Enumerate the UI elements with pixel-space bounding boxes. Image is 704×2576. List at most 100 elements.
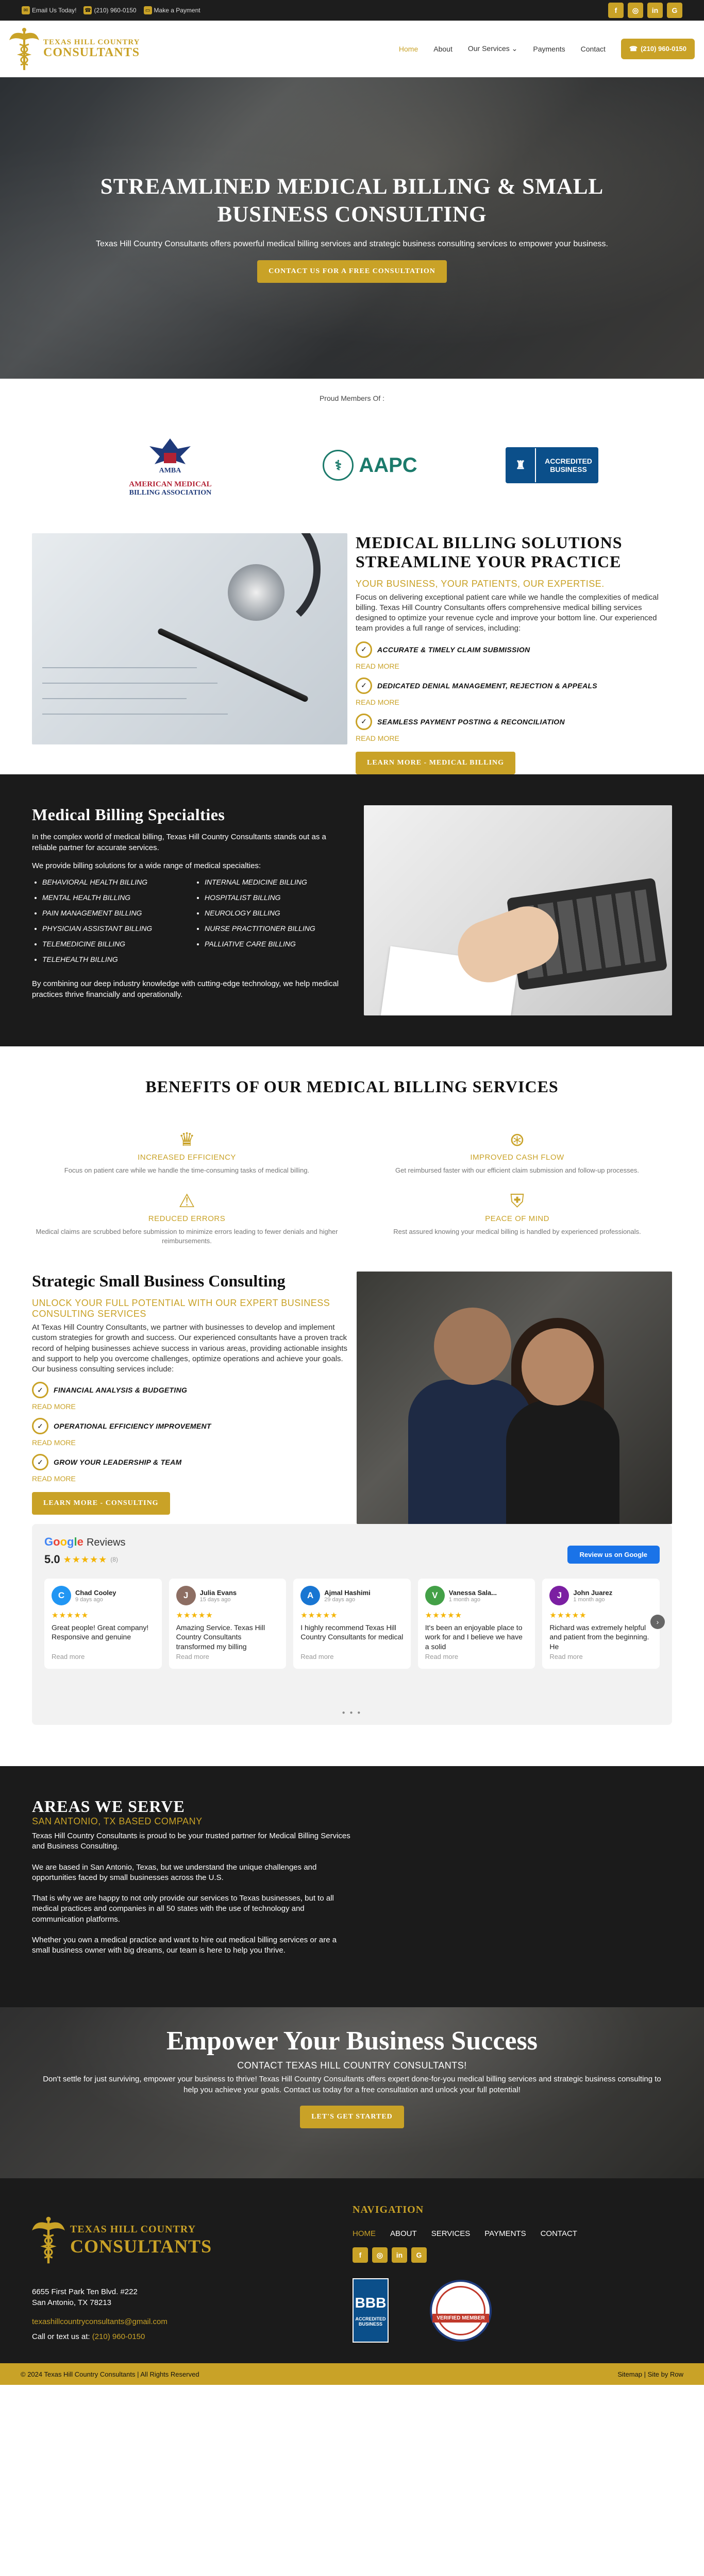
read-more-link[interactable]: READ MORE — [32, 1475, 348, 1483]
areas-section: AREAS WE SERVE SAN ANTONIO, TX BASED COM… — [0, 1766, 704, 2008]
footer-logo[interactable]: TEXAS HILL COUNTRY CONSULTANTS — [32, 2209, 351, 2271]
read-more-link[interactable]: READ MORE — [356, 734, 672, 742]
list-item: PAIN MANAGEMENT BILLING — [42, 909, 189, 917]
top-bar: ✉ Email Us Today! ☎ (210) 960-0150 ▭ Make a… — [0, 0, 704, 21]
nav-services[interactable]: Our Services ⌄ — [468, 44, 518, 53]
list-item: BEHAVIORAL HEALTH BILLING — [42, 878, 189, 886]
specialties-intro: In the complex world of medical billing,… — [32, 832, 326, 852]
facebook-icon[interactable]: f — [608, 3, 624, 18]
bbb-logo: ♜ ACCREDITED BUSINESS — [505, 447, 598, 483]
learn-more-consulting-button[interactable]: LEARN MORE - CONSULTING — [32, 1492, 170, 1515]
consulting-title: Strategic Small Business Consulting — [32, 1272, 286, 1291]
billing-feature: ✓ SEAMLESS PAYMENT POSTING & RECONCILIATI… — [356, 713, 672, 730]
warning-icon: ⚠ — [178, 1190, 195, 1211]
list-item: PALLIATIVE CARE BILLING — [205, 940, 351, 947]
review-card: J Julia Evans 15 days ago ★★★★★ Amazing Se… — [169, 1579, 287, 1669]
footer-badges: BBB ACCREDITED BUSINESS VERIFIED MEMBER — [353, 2278, 672, 2343]
nav-contact[interactable]: Contact — [581, 45, 606, 53]
email-link[interactable]: ✉ Email Us Today! — [22, 6, 76, 14]
benefits-section: BENEFITS OF OUR MEDICAL BILLING SERVICES… — [0, 1046, 704, 1272]
read-more-link[interactable]: READ MORE — [32, 1402, 348, 1411]
read-more-link[interactable]: Read more — [549, 1653, 652, 1660]
payment-link[interactable]: ▭ Make a Payment — [143, 6, 200, 14]
star-rating-icon: ★★★★★ — [425, 1611, 463, 1620]
linkedin-icon[interactable]: in — [392, 2247, 407, 2263]
google-icon[interactable]: G — [667, 3, 682, 18]
footer-nav-about[interactable]: ABOUT — [390, 2229, 417, 2238]
review-card: A Ajmal Hashimi 29 days ago ★★★★★ I highly… — [293, 1579, 411, 1669]
review-card: J John Juarez 1 month ago ★★★★★ Richard wa… — [542, 1579, 660, 1669]
chevron-down-icon: ⌄ — [511, 44, 518, 53]
svg-text:AMBA: AMBA — [159, 467, 182, 474]
nav-home[interactable]: Home — [399, 45, 418, 53]
bbb-badge: BBB ACCREDITED BUSINESS — [353, 2278, 389, 2343]
envelope-icon: ✉ — [22, 6, 30, 14]
specialties-title: Medical Billing Specialties — [32, 805, 225, 824]
sitemap-link[interactable]: Sitemap | Site by Row — [617, 2370, 683, 2378]
check-circle-icon: ✓ — [356, 677, 372, 694]
eagle-icon: AMBA — [149, 438, 191, 474]
billing-title: MEDICAL BILLING SOLUTIONS STREAMLINE YOU… — [356, 533, 623, 571]
check-circle-icon: ✓ — [32, 1454, 48, 1471]
nav-payments[interactable]: Payments — [533, 45, 565, 53]
phone-link[interactable]: ☎ (210) 960-0150 — [83, 6, 137, 14]
copyright-text: © 2024 Texas Hill Country Consultants | … — [21, 2370, 199, 2378]
read-more-link[interactable]: READ MORE — [356, 698, 672, 706]
star-rating-icon: ★★★★★ — [52, 1611, 89, 1620]
google-logo: Google Reviews — [44, 1535, 126, 1549]
bottom-bar: © 2024 Texas Hill Country Consultants | … — [0, 2363, 704, 2385]
main-nav: Home About Our Services ⌄ Payments Conta… — [399, 38, 695, 59]
specialties-list: BEHAVIORAL HEALTH BILLING MENTAL HEALTH … — [32, 878, 351, 971]
site-logo[interactable]: TEXAS HILL COUNTRY CONSULTANTS — [9, 27, 140, 71]
check-circle-icon: ✓ — [356, 641, 372, 658]
read-more-link[interactable]: READ MORE — [356, 662, 672, 670]
footer-nav: HOME ABOUT SERVICES PAYMENTS CONTACT — [353, 2229, 672, 2238]
read-more-link[interactable]: READ MORE — [32, 1438, 348, 1447]
verified-member-seal: VERIFIED MEMBER — [430, 2279, 492, 2342]
read-more-link[interactable]: Read more — [425, 1653, 528, 1660]
review-us-button[interactable]: Review us on Google — [567, 1546, 660, 1564]
instagram-icon[interactable]: ◎ — [372, 2247, 388, 2263]
call-button[interactable]: ☎ (210) 960-0150 — [621, 38, 695, 59]
areas-paragraph: Texas Hill Country Consultants is proud … — [32, 1832, 350, 1851]
carousel-dots[interactable]: ● ● ● — [44, 1710, 660, 1716]
cta-body: Don't settle for just surviving, empower… — [43, 2075, 661, 2094]
facebook-icon[interactable]: f — [353, 2247, 368, 2263]
check-circle-icon: ✓ — [32, 1418, 48, 1435]
chevron-right-icon[interactable]: › — [650, 1615, 665, 1630]
footer-nav-services[interactable]: SERVICES — [431, 2229, 471, 2238]
benefits-grid: ♛ INCREASED EFFICIENCY Focus on patient … — [32, 1129, 672, 1246]
avatar: C — [52, 1586, 71, 1606]
footer-nav-home[interactable]: HOME — [353, 2229, 376, 2238]
google-reviews-widget: Google Reviews 5.0 ★★★★★ (8) Review us o… — [32, 1524, 672, 1725]
footer-email-link[interactable]: texashillcountryconsultants@gmail.com — [32, 2317, 351, 2326]
footer-nav-contact[interactable]: CONTACT — [541, 2229, 577, 2238]
hero-consultation-button[interactable]: CONTACT US FOR A FREE CONSULTATION — [257, 260, 447, 283]
nav-about[interactable]: About — [433, 45, 452, 53]
amba-logo: AMBA AMERICAN MEDICAL BILLING ASSOCIATIO… — [106, 433, 234, 497]
linkedin-icon[interactable]: in — [647, 3, 663, 18]
aapc-logo: ⚕ AAPC — [323, 450, 417, 481]
get-started-button[interactable]: LET'S GET STARTED — [300, 2105, 404, 2128]
hero-title: STREAMLINED MEDICAL BILLING & SMALL BUSI… — [100, 174, 604, 227]
cta-subtitle: CONTACT TEXAS HILL COUNTRY CONSULTANTS! — [237, 2060, 467, 2071]
footer-nav-payments[interactable]: PAYMENTS — [484, 2229, 526, 2238]
footer-phone-link[interactable]: (210) 960-0150 — [92, 2332, 145, 2341]
learn-more-billing-button[interactable]: LEARN MORE - MEDICAL BILLING — [356, 751, 516, 774]
top-social-icons: f ◎ in G — [608, 3, 682, 18]
member-logos: AMBA AMERICAN MEDICAL BILLING ASSOCIATIO… — [0, 433, 704, 497]
stethoscope-image — [32, 533, 347, 744]
benefits-title: BENEFITS OF OUR MEDICAL BILLING SERVICES — [145, 1077, 559, 1096]
google-icon[interactable]: G — [411, 2247, 427, 2263]
read-more-link[interactable]: Read more — [52, 1653, 155, 1660]
members-label: Proud Members Of : — [319, 394, 385, 402]
instagram-icon[interactable]: ◎ — [628, 3, 643, 18]
caduceus-icon — [32, 2209, 65, 2271]
calculator-image — [364, 805, 672, 1015]
read-more-link[interactable]: Read more — [300, 1653, 404, 1660]
overall-rating: 5.0 ★★★★★ (8) — [44, 1553, 118, 1566]
areas-paragraph: We are based in San Antonio, Texas, but … — [32, 1862, 317, 1882]
read-more-link[interactable]: Read more — [176, 1653, 279, 1660]
hero-subtitle: Texas Hill Country Consultants offers po… — [96, 240, 608, 249]
billing-feature: ✓ ACCURATE & TIMELY CLAIM SUBMISSION — [356, 641, 672, 658]
